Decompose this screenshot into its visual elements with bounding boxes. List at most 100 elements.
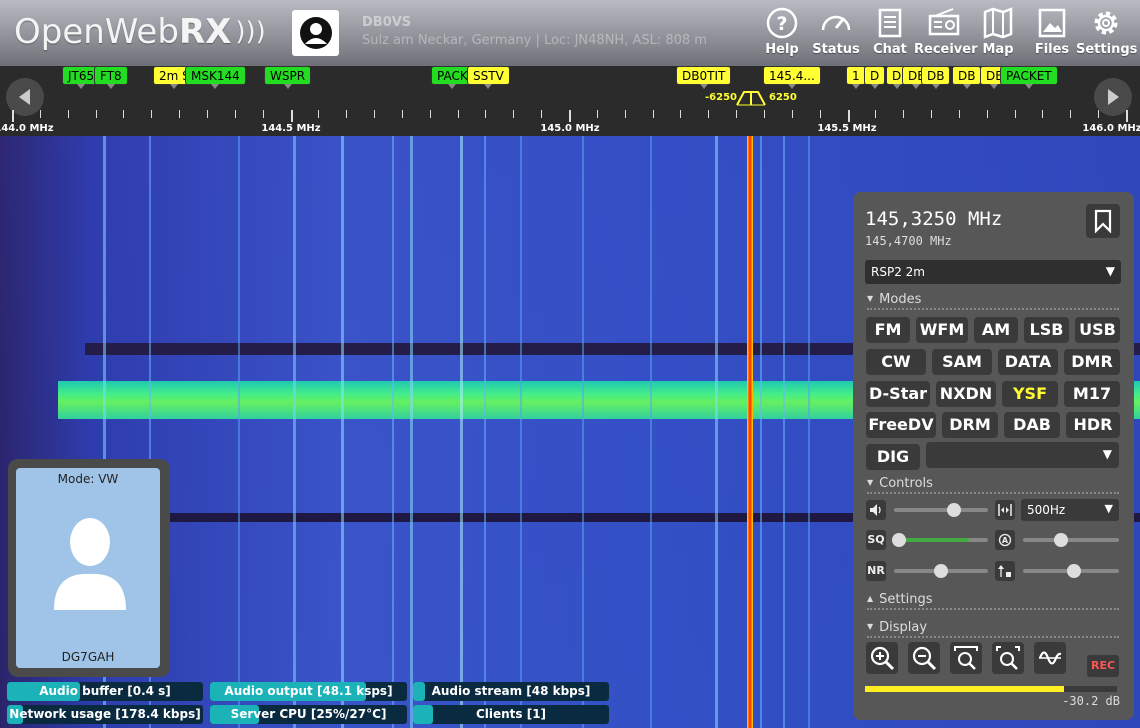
mode-button-fm[interactable]: FM <box>866 317 910 343</box>
waterfall-line <box>520 136 522 728</box>
mode-button-cw[interactable]: CW <box>866 349 926 375</box>
map-button[interactable]: Map <box>968 4 1028 62</box>
waterfall-line <box>460 136 463 728</box>
mode-button-usb[interactable]: USB <box>1075 317 1120 343</box>
mode-button-wfm[interactable]: WFM <box>916 317 968 343</box>
agc-slider-knob[interactable] <box>1054 533 1069 547</box>
zoom-fit-band-button[interactable] <box>950 642 982 674</box>
bookmark[interactable]: DB <box>921 66 951 89</box>
bandwidth-select-value: 500Hz <box>1027 503 1066 517</box>
bookmark[interactable]: DB0TIT <box>676 66 732 89</box>
agc-button[interactable]: A <box>995 530 1015 550</box>
chat-button[interactable]: Chat <box>860 4 920 62</box>
mode-button-sam[interactable]: SAM <box>932 349 992 375</box>
mode-button-freedv[interactable]: FreeDV <box>866 412 936 438</box>
squelch-button[interactable]: SQ <box>866 530 886 550</box>
tuned-frequency[interactable]: 145,3250 MHz <box>865 208 1002 230</box>
auto-adjust-waterfall-button[interactable] <box>1034 642 1066 674</box>
noise-reduction-button[interactable]: NR <box>866 561 886 581</box>
gain-button[interactable] <box>995 561 1015 581</box>
triangle-down-icon: ▼ <box>867 478 874 487</box>
help-button[interactable]: ? Help <box>752 4 812 62</box>
zoom-in-button[interactable] <box>866 642 898 674</box>
modes-section-header[interactable]: ▼ Modes <box>867 292 1119 310</box>
bookmark[interactable]: 1 <box>846 66 866 89</box>
bookmark[interactable]: DB <box>952 66 982 89</box>
scale-tick <box>680 110 682 118</box>
passband-low-label: -6250 <box>705 92 737 103</box>
mode-button-dig[interactable]: DIG <box>866 444 920 470</box>
noise-reduction-slider-knob[interactable] <box>934 564 948 578</box>
chevron-down-icon: ▼ <box>1105 264 1115 278</box>
frequency-scale[interactable]: JT65 FT8 2m S MSK144 WSPR PACK SSTV DB0T… <box>0 66 1140 136</box>
mute-button[interactable] <box>866 500 886 520</box>
bookmark[interactable]: SSTV <box>467 66 510 89</box>
network-usage-status: Network usage [178.4 kbps] <box>7 705 203 724</box>
waterfall-line <box>238 136 240 728</box>
mode-button-data[interactable]: DATA <box>998 349 1058 375</box>
scale-tick <box>290 110 293 122</box>
chevron-down-icon: ▼ <box>1104 502 1113 515</box>
bookmark[interactable]: 145.4... <box>763 66 821 89</box>
gain-slider[interactable] <box>1023 564 1119 578</box>
gain-slider-knob[interactable] <box>1066 564 1081 578</box>
scale-label: 145.0 MHz <box>540 123 600 134</box>
mode-button-hdr[interactable]: HDR <box>1066 412 1120 438</box>
profile-select[interactable]: RSP2 2m ▼ <box>865 260 1121 284</box>
receiver-label: Receiver <box>914 42 978 57</box>
settings-section-header[interactable]: ▲ Settings <box>867 592 1119 610</box>
settings-section-label: Settings <box>879 592 933 607</box>
settings-button[interactable]: Settings <box>1076 4 1137 62</box>
waterfall-strong-signal <box>747 136 753 728</box>
bookmark[interactable]: MSK144 <box>185 66 246 89</box>
bookmark[interactable]: PACKET <box>1000 66 1058 89</box>
volume-slider-knob[interactable] <box>947 503 962 517</box>
mode-button-am[interactable]: AM <box>974 317 1018 343</box>
openwebrx-logo[interactable]: OpenWebRX))) <box>14 12 266 52</box>
map-label: Map <box>982 42 1014 57</box>
mode-button-drm[interactable]: DRM <box>942 412 998 438</box>
mode-button-nxdn[interactable]: NXDN <box>936 381 996 407</box>
status-label: Status <box>812 42 860 57</box>
passband-filter-icon[interactable] <box>736 90 766 106</box>
digimode-panel: Mode: VW DG7GAH <box>8 459 170 677</box>
display-section-header[interactable]: ▼ Display <box>867 620 1119 638</box>
waterfall-line <box>392 136 394 728</box>
triangle-up-icon: ▲ <box>867 594 874 603</box>
noise-reduction-slider[interactable] <box>894 564 988 578</box>
bookmark[interactable]: WSPR <box>264 66 312 89</box>
controls-section-header[interactable]: ▼ Controls <box>867 476 1119 494</box>
mode-button-m17[interactable]: M17 <box>1064 381 1120 407</box>
receiver-avatar[interactable] <box>292 10 339 56</box>
agc-slider[interactable] <box>1023 533 1119 547</box>
zoom-center-button[interactable] <box>992 642 1024 674</box>
receiver-button[interactable]: Receiver <box>914 4 978 62</box>
mode-button-dab[interactable]: DAB <box>1004 412 1060 438</box>
files-button[interactable]: Files <box>1022 4 1082 62</box>
scale-tick <box>513 110 515 118</box>
bandwidth-select[interactable]: 500Hz ▼ <box>1021 499 1119 521</box>
zoom-center-icon <box>996 646 1020 670</box>
scale-tick <box>234 110 236 118</box>
add-bookmark-button[interactable] <box>1086 204 1120 238</box>
mode-button-ysf[interactable]: YSF <box>1002 381 1058 407</box>
zoom-out-button[interactable] <box>908 642 940 674</box>
mode-button-lsb[interactable]: LSB <box>1024 317 1069 343</box>
record-button[interactable]: REC <box>1087 655 1119 677</box>
bookmark[interactable]: FT8 <box>94 66 128 89</box>
top-bar: OpenWebRX))) DB0VS Sulz am Neckar, Germa… <box>0 0 1140 66</box>
squelch-slider[interactable] <box>891 533 988 547</box>
openwebrx-app: OpenWebRX))) DB0VS Sulz am Neckar, Germa… <box>0 0 1140 728</box>
status-button[interactable]: Status <box>806 4 866 62</box>
volume-slider[interactable] <box>894 503 988 517</box>
bandwidth-button[interactable] <box>995 500 1015 520</box>
bookmark[interactable]: D <box>864 66 886 89</box>
mode-button-dmr[interactable]: DMR <box>1064 349 1120 375</box>
mode-button-dstar[interactable]: D-Star <box>866 381 930 407</box>
status-label: Server CPU [25%/27°C] <box>230 707 387 721</box>
digimode-mode-label: Mode: VW <box>57 472 119 486</box>
squelch-slider-knob[interactable] <box>891 533 906 547</box>
expand-horizontal-icon <box>998 504 1012 516</box>
digital-mode-select[interactable]: ▼ <box>926 442 1119 468</box>
waterfall-line <box>484 136 486 728</box>
